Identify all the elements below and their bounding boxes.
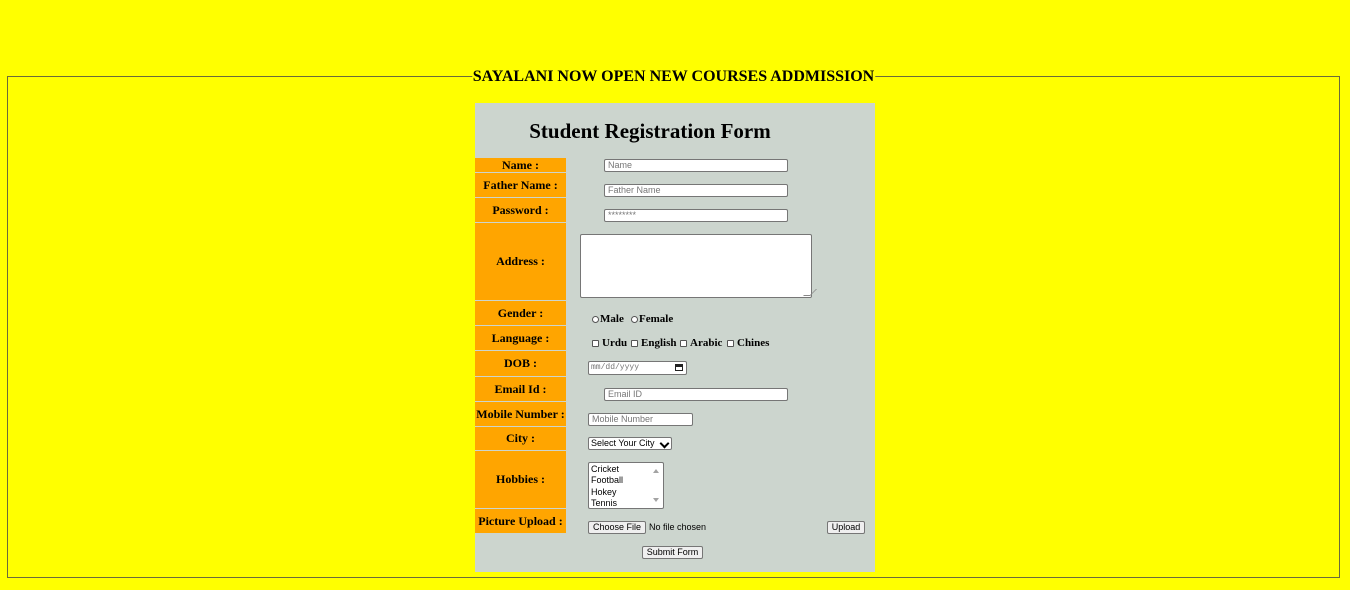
calendar-icon[interactable]	[675, 364, 683, 371]
language-chines-option[interactable]: Chines	[727, 337, 769, 349]
checkbox-urdu[interactable]	[592, 339, 599, 347]
language-label: Language :	[475, 326, 566, 351]
language-chines-label: Chines	[737, 337, 770, 349]
hobby-option[interactable]: Football	[591, 475, 663, 486]
city-select[interactable]: Select Your City	[588, 437, 672, 450]
name-label: Name :	[475, 158, 566, 173]
password-label: Password :	[475, 198, 566, 223]
resize-grip-icon[interactable]	[803, 289, 817, 296]
gender-label: Gender :	[475, 301, 566, 326]
radio-female[interactable]	[631, 315, 638, 323]
form-title: Student Registration Form	[529, 119, 771, 143]
email-input[interactable]: Email ID	[604, 388, 788, 401]
radio-male[interactable]	[592, 315, 599, 323]
father-name-input[interactable]: Father Name	[604, 184, 788, 197]
upload-button[interactable]: Upload	[827, 521, 865, 534]
submit-form-button[interactable]: Submit Form	[642, 546, 703, 559]
picture-upload-label: Picture Upload :	[475, 509, 566, 534]
dob-input[interactable]: mm/dd/yyyy	[588, 361, 687, 375]
language-urdu-option[interactable]: Urdu	[592, 337, 627, 349]
scroll-down-arrow-icon[interactable]	[653, 498, 659, 502]
address-textarea[interactable]	[580, 234, 817, 298]
file-status-text: No file chosen	[649, 522, 707, 532]
father-name-label: Father Name :	[475, 173, 566, 198]
language-arabic-option[interactable]: Arabic	[680, 337, 722, 349]
scroll-up-arrow-icon[interactable]	[653, 469, 659, 473]
gender-male-option[interactable]: Male	[592, 313, 624, 325]
gender-male-label: Male	[600, 313, 624, 325]
choose-file-button[interactable]: Choose File	[588, 521, 646, 534]
dob-label: DOB :	[475, 351, 566, 377]
mobile-label: Mobile Number :	[475, 402, 566, 427]
checkbox-arabic[interactable]	[680, 339, 687, 347]
hobbies-listbox[interactable]: Cricket Football Hokey Tennis	[588, 462, 664, 509]
city-label: City :	[475, 427, 566, 451]
checkbox-chines[interactable]	[727, 339, 734, 347]
language-arabic-label: Arabic	[690, 337, 723, 349]
hobbies-label: Hobbies :	[475, 451, 566, 509]
language-english-option[interactable]: English	[631, 337, 676, 349]
address-label: Address :	[475, 223, 566, 301]
mobile-input[interactable]: Mobile Number	[588, 413, 693, 426]
checkbox-english[interactable]	[631, 339, 638, 347]
password-input[interactable]: ********	[604, 209, 788, 222]
hobby-option[interactable]: Hokey	[591, 487, 663, 498]
gender-female-option[interactable]: Female	[631, 313, 673, 325]
registration-form: Student Registration Form Name : Father …	[475, 103, 875, 572]
language-english-label: English	[641, 337, 677, 349]
gender-female-label: Female	[639, 313, 674, 325]
dob-placeholder: mm/dd/yyyy	[591, 363, 640, 372]
city-selected-value: Select Your City	[591, 438, 655, 448]
email-label: Email Id :	[475, 377, 566, 402]
language-urdu-label: Urdu	[602, 337, 628, 349]
name-input[interactable]: Name	[604, 159, 788, 172]
fieldset-legend: SAYALANI NOW OPEN NEW COURSES ADDMISSION	[471, 67, 876, 87]
chevron-down-icon	[659, 438, 670, 449]
